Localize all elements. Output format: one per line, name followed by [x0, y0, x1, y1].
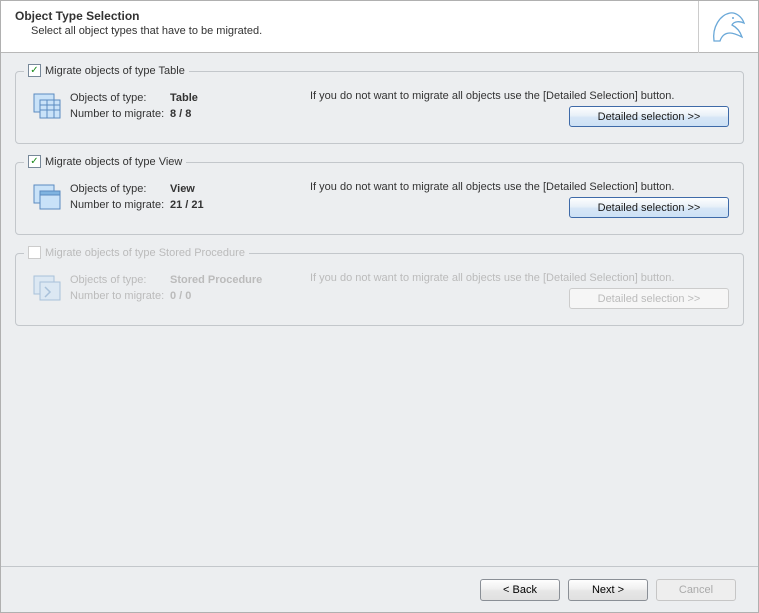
objects-of-type-label: Objects of type: [70, 272, 170, 288]
objects-of-type-label: Objects of type: [70, 181, 170, 197]
group-sp-hint: If you do not want to migrate all object… [310, 272, 729, 284]
wizard-footer: < Back Next > Cancel [1, 566, 758, 612]
number-to-migrate-label: Number to migrate: [70, 197, 170, 213]
content-area: ✓ Migrate objects of type Table Objects … [1, 53, 758, 326]
group-table-count: 8 / 8 [170, 106, 191, 122]
group-sp-detail-button: Detailed selection >> [569, 288, 729, 309]
table-icon [30, 90, 64, 124]
view-icon [30, 181, 64, 215]
group-view-legend-text: Migrate objects of type View [45, 156, 182, 168]
group-stored-procedure: Migrate objects of type Stored Procedure… [15, 253, 744, 326]
number-to-migrate-label: Number to migrate: [70, 288, 170, 304]
mysql-dolphin-logo [698, 1, 758, 53]
cancel-button: Cancel [656, 579, 736, 601]
back-button[interactable]: < Back [480, 579, 560, 601]
group-table-type: Table [170, 90, 198, 106]
group-view-hint: If you do not want to migrate all object… [310, 181, 729, 193]
group-sp-type: Stored Procedure [170, 272, 262, 288]
group-view-legend: ✓ Migrate objects of type View [24, 155, 186, 168]
group-view-count: 21 / 21 [170, 197, 204, 213]
group-sp-count: 0 / 0 [170, 288, 191, 304]
stored-procedure-icon [30, 272, 64, 306]
group-sp-checkbox [28, 246, 41, 259]
group-table-legend: ✓ Migrate objects of type Table [24, 64, 189, 77]
wizard-header: Object Type Selection Select all object … [1, 1, 758, 53]
group-view-detail-button[interactable]: Detailed selection >> [569, 197, 729, 218]
group-view-checkbox[interactable]: ✓ [28, 155, 41, 168]
next-button[interactable]: Next > [568, 579, 648, 601]
group-sp-legend-text: Migrate objects of type Stored Procedure [45, 247, 245, 259]
group-sp-legend: Migrate objects of type Stored Procedure [24, 246, 249, 259]
group-table: ✓ Migrate objects of type Table Objects … [15, 71, 744, 144]
page-title: Object Type Selection [15, 9, 744, 23]
group-view-type: View [170, 181, 195, 197]
group-table-checkbox[interactable]: ✓ [28, 64, 41, 77]
group-table-legend-text: Migrate objects of type Table [45, 65, 185, 77]
number-to-migrate-label: Number to migrate: [70, 106, 170, 122]
group-table-detail-button[interactable]: Detailed selection >> [569, 106, 729, 127]
group-view: ✓ Migrate objects of type View Objects o… [15, 162, 744, 235]
page-subtitle: Select all object types that have to be … [31, 25, 744, 37]
objects-of-type-label: Objects of type: [70, 90, 170, 106]
group-table-hint: If you do not want to migrate all object… [310, 90, 729, 102]
